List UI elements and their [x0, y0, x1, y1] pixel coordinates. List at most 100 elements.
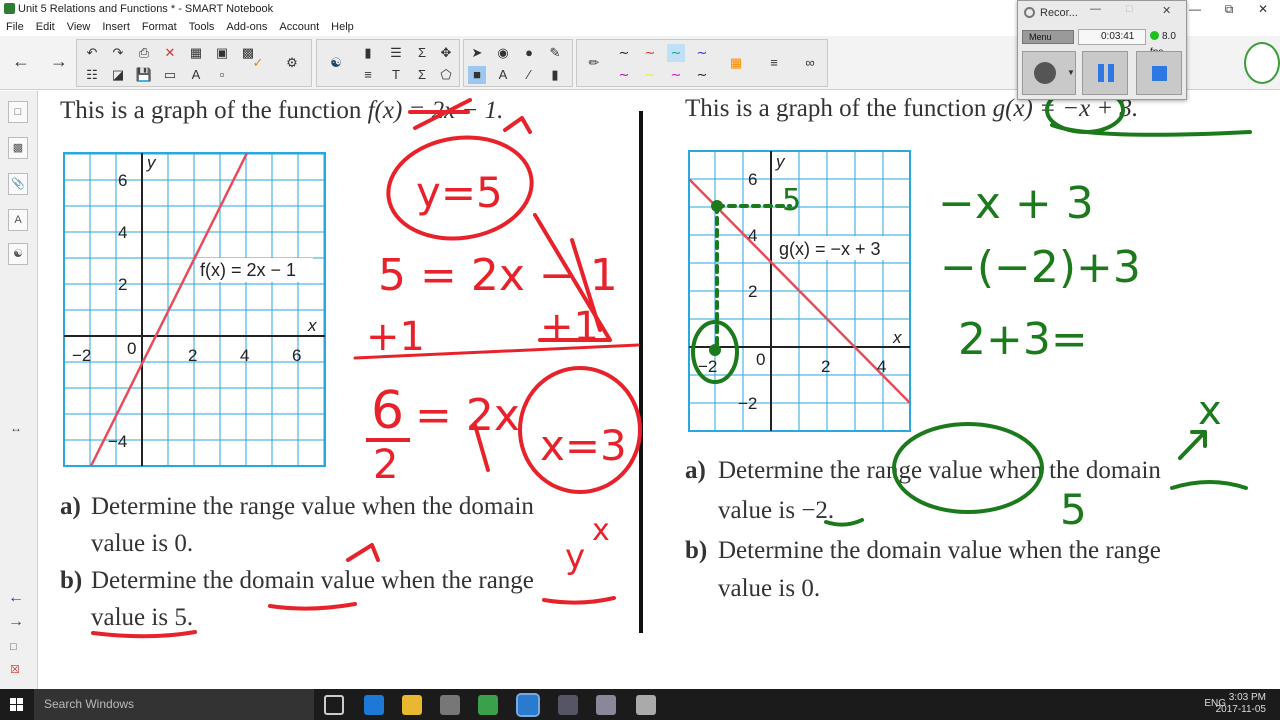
task-view-icon[interactable]	[324, 695, 344, 715]
text-format-icon[interactable]: T	[387, 66, 405, 84]
purple-pen-icon[interactable]: ∼	[615, 66, 633, 84]
color-palette-icon[interactable]: ▦	[727, 54, 745, 72]
screen-recorder-window: Recor... — □ ✕ Menu 0:03:41 8.0 fps ▼	[1017, 0, 1187, 100]
menu-help[interactable]: Help	[325, 19, 360, 36]
green-pen-icon[interactable]: ∼	[667, 44, 685, 62]
save-icon[interactable]: 💾	[135, 66, 153, 84]
attachments-icon[interactable]: 📎	[8, 173, 28, 195]
menu-file[interactable]: File	[0, 19, 30, 36]
shape-icon[interactable]: ⬠	[437, 66, 455, 84]
gallery-tab-icon[interactable]: ▩	[8, 137, 28, 159]
tools-icon[interactable]: ■	[468, 66, 486, 84]
menu-addons[interactable]: Add-ons	[220, 19, 273, 36]
forward-arrow-icon[interactable]: →	[50, 52, 68, 70]
shapes-icon[interactable]: ◉	[494, 44, 512, 62]
settings-icon[interactable]: ⚙	[283, 54, 301, 72]
pause-icon	[1098, 64, 1104, 82]
gallery-icon[interactable]: ☯	[327, 54, 345, 72]
chart-icon[interactable]: ▮	[359, 44, 377, 62]
paste-icon[interactable]: ⎙	[135, 44, 153, 62]
menu-view[interactable]: View	[61, 19, 97, 36]
eraser-icon[interactable]: ▮	[546, 66, 564, 84]
app-icon-3[interactable]	[636, 695, 656, 715]
response-icon[interactable]: ✓	[249, 54, 267, 72]
right-heading-prefix: This is a graph of the function	[685, 95, 993, 122]
blue-pen-icon[interactable]: ∼	[693, 44, 711, 62]
add-page-icon[interactable]: ☷	[83, 66, 101, 84]
next-page-icon[interactable]: →	[8, 613, 24, 631]
system-clock[interactable]: 3:03 PM 2017-11-05	[1216, 692, 1266, 716]
screenshade-icon[interactable]: ▣	[213, 44, 231, 62]
magenta-pen-icon[interactable]: ∼	[667, 66, 685, 84]
recorder-maximize-icon[interactable]: □	[1126, 3, 1133, 15]
menu-insert[interactable]: Insert	[96, 19, 136, 36]
fill-icon[interactable]: ●	[520, 44, 538, 62]
taskbar-search[interactable]: Search Windows	[34, 689, 314, 720]
window-title: Unit 5 Relations and Functions * - SMART…	[18, 3, 274, 15]
pause-button[interactable]	[1082, 51, 1128, 95]
addons-icon[interactable]: ☯	[8, 243, 28, 265]
app-icon-1[interactable]	[558, 695, 578, 715]
dashed-pen-icon[interactable]: ∼	[693, 66, 711, 84]
resize-handle-icon[interactable]: ↔	[10, 421, 22, 435]
select-arrow-icon[interactable]: ➤	[468, 44, 486, 62]
text-tool-icon[interactable]: A	[187, 66, 205, 84]
recorder-close-icon[interactable]: ✕	[1162, 4, 1171, 17]
menu-format[interactable]: Format	[136, 19, 183, 36]
align-icon[interactable]: ☰	[387, 44, 405, 62]
stop-button[interactable]	[1136, 51, 1182, 95]
page-sorter-icon[interactable]: □	[8, 101, 28, 123]
edge-icon[interactable]	[364, 695, 384, 715]
red-pen-icon[interactable]: ∼	[641, 44, 659, 62]
app-icon-2[interactable]	[596, 695, 616, 715]
side-panel: □ ▩ 📎 A ☯ ↔ ← → □ ☒	[0, 91, 38, 689]
previous-page-icon[interactable]: ←	[8, 589, 24, 607]
display-icon[interactable]: ▭	[161, 66, 179, 84]
menu-account[interactable]: Account	[273, 19, 325, 36]
redo-icon[interactable]: ↷	[109, 44, 127, 62]
menu-edit[interactable]: Edit	[30, 19, 61, 36]
recorder-menu[interactable]: Menu	[1022, 30, 1074, 44]
record-button[interactable]: ▼	[1022, 51, 1076, 95]
open-icon[interactable]: ◪	[109, 66, 127, 84]
pen-icon[interactable]: ✏	[585, 54, 603, 72]
pen-indicator-icon	[1244, 42, 1280, 84]
delete-icon[interactable]: ✕	[161, 44, 179, 62]
undo-icon[interactable]: ↶	[83, 44, 101, 62]
back-arrow-icon[interactable]: ←	[12, 52, 30, 70]
page-icon[interactable]: □	[10, 641, 17, 653]
align-left-icon[interactable]: ≡	[359, 66, 377, 84]
line-icon[interactable]: ∕	[520, 66, 538, 84]
black-pen-icon[interactable]: ∼	[615, 44, 633, 62]
recorder-icon	[1024, 7, 1035, 18]
recorder-minimize-icon[interactable]: —	[1090, 3, 1101, 15]
magic-pen-icon[interactable]: ✎	[546, 44, 564, 62]
record-dropdown-icon[interactable]: ▼	[1067, 68, 1075, 77]
delete-page-icon[interactable]: ☒	[10, 663, 20, 676]
store-icon[interactable]	[440, 695, 460, 715]
smart-notebook-taskbar-icon[interactable]	[478, 695, 498, 715]
line-style-icon[interactable]: ≡	[765, 54, 783, 72]
text-icon[interactable]: A	[494, 66, 512, 84]
sigma-format-icon[interactable]: Σ	[413, 66, 431, 84]
move-icon[interactable]: ✥	[437, 44, 455, 62]
properties-icon[interactable]: A	[8, 209, 28, 231]
record-icon	[1034, 62, 1056, 84]
menu-tools[interactable]: Tools	[183, 19, 221, 36]
file-explorer-icon[interactable]	[402, 695, 422, 715]
table-icon[interactable]: ▦	[187, 44, 205, 62]
transparency-icon[interactable]: ∞	[801, 54, 819, 72]
notebook-active-icon[interactable]	[516, 693, 540, 717]
left-b-line2: value is 5.	[91, 604, 194, 631]
page-divider	[639, 111, 643, 633]
close-button[interactable]: ✕	[1246, 0, 1280, 19]
capture-icon[interactable]: ▫	[213, 66, 231, 84]
notebook-page[interactable]: This is a graph of the function f(x) = 2…	[39, 91, 1280, 689]
restore-button[interactable]: ⧉	[1212, 0, 1246, 19]
smart-notebook-icon	[4, 3, 15, 14]
left-b-letter: b)	[60, 567, 83, 594]
start-button[interactable]	[0, 689, 34, 720]
left-a-line1: Determine the range value when the domai…	[91, 493, 534, 520]
yellow-pen-icon[interactable]: ∼	[641, 66, 659, 84]
sigma-icon[interactable]: Σ	[413, 44, 431, 62]
